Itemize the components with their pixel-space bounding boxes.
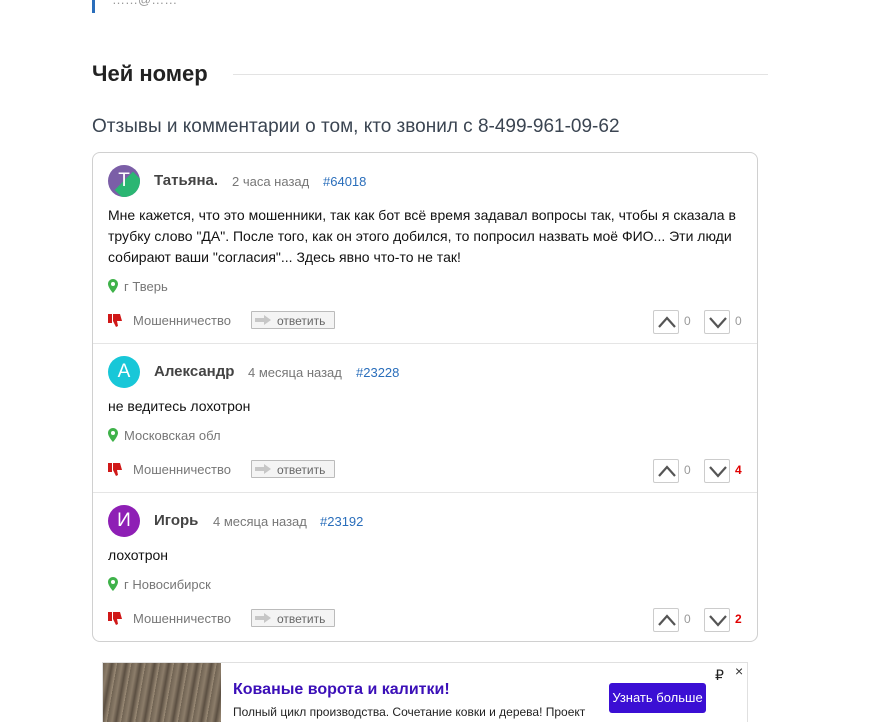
comment-location: Московская обл — [108, 428, 221, 443]
chevron-down-icon — [709, 317, 727, 329]
location-label: Московская обл — [124, 428, 221, 443]
vote-down-count: 0 — [735, 314, 742, 328]
section-divider — [233, 74, 768, 75]
vote-up-count: 0 — [684, 314, 691, 328]
comment-time: 4 месяца назад — [248, 365, 342, 380]
comment-author: Александр — [154, 363, 235, 380]
chevron-down-icon — [709, 466, 727, 478]
comment-author: Татьяна. — [154, 172, 219, 189]
comment-footer: Мошенничество ответить 0 0 — [108, 310, 744, 334]
vote-up-count: 0 — [684, 463, 691, 477]
comment-id-link[interactable]: #64018 — [323, 174, 366, 189]
comment-location: г Новосибирск — [108, 577, 211, 592]
location-pin-icon — [108, 428, 118, 442]
comment-id-link[interactable]: #23192 — [320, 514, 363, 529]
comment-item: А Александр 4 месяца назад #23228 не вед… — [93, 344, 757, 493]
vote-up-count: 0 — [684, 612, 691, 626]
vote-down-button[interactable] — [704, 310, 730, 334]
reply-button[interactable]: ответить — [251, 609, 335, 627]
vote-down-count: 2 — [735, 612, 742, 626]
close-icon[interactable]: × — [735, 663, 743, 679]
location-label: г Новосибирск — [124, 577, 211, 592]
comment-text: лохотрон — [108, 547, 168, 563]
quote-bar — [92, 0, 95, 13]
comment-item: Т Татьяна. 2 часа назад #64018 Мне кажет… — [93, 153, 757, 344]
location-label: г Тверь — [124, 279, 168, 294]
vote-down-button[interactable] — [704, 459, 730, 483]
comment-text: не ведитесь лохотрон — [108, 398, 251, 414]
ad-image[interactable] — [103, 663, 221, 722]
reply-button[interactable]: ответить — [251, 460, 335, 478]
location-pin-icon — [108, 279, 118, 293]
reply-arrow-icon — [255, 464, 271, 474]
reply-arrow-icon — [255, 613, 271, 623]
ad-title[interactable]: Кованые ворота и калитки! — [233, 681, 450, 699]
section-title: Чей номер — [92, 61, 208, 86]
vote-up-button[interactable] — [653, 459, 679, 483]
vote-up-button[interactable] — [653, 310, 679, 334]
thumbs-down-icon — [108, 314, 122, 327]
comment-text: Мне кажется, что это мошенники, так как … — [108, 207, 736, 265]
ad-text: Полный цикл производства. Сочетание ковк… — [233, 705, 586, 719]
comment-category: Мошенничество — [133, 462, 231, 477]
page-subtitle: Отзывы и комментарии о том, кто звонил с… — [92, 116, 620, 137]
ad-learn-more-button[interactable]: Узнать больше — [609, 683, 706, 713]
vote-down-count: 4 — [735, 463, 742, 477]
chevron-down-icon — [709, 615, 727, 627]
thumbs-down-icon — [108, 612, 122, 625]
comment-time: 2 часа назад — [232, 174, 310, 189]
avatar: И — [108, 505, 140, 537]
ad-banner[interactable]: Кованые ворота и калитки! Полный цикл пр… — [102, 662, 748, 722]
comment-id-link[interactable]: #23228 — [356, 365, 399, 380]
comment-location: г Тверь — [108, 279, 168, 294]
location-pin-icon — [108, 577, 118, 591]
chevron-up-icon — [658, 614, 676, 626]
chevron-up-icon — [658, 465, 676, 477]
comment-time: 4 месяца назад — [213, 514, 307, 529]
comment-category: Мошенничество — [133, 313, 231, 328]
quote-text: ……@…… — [112, 0, 177, 7]
ruble-icon: ₽ — [715, 667, 724, 683]
chevron-up-icon — [658, 316, 676, 328]
thumbs-down-icon — [108, 463, 122, 476]
vote-down-button[interactable] — [704, 608, 730, 632]
avatar: А — [108, 356, 140, 388]
comments-list: Т Татьяна. 2 часа назад #64018 Мне кажет… — [92, 152, 758, 642]
comment-item: И Игорь 4 месяца назад #23192 лохотрон г… — [93, 493, 757, 641]
vote-up-button[interactable] — [653, 608, 679, 632]
comment-footer: Мошенничество ответить 0 4 — [108, 459, 744, 483]
comment-category: Мошенничество — [133, 611, 231, 626]
comment-author: Игорь — [154, 512, 199, 529]
comment-footer: Мошенничество ответить 0 2 — [108, 608, 744, 632]
reply-button[interactable]: ответить — [251, 311, 335, 329]
avatar: Т — [108, 165, 140, 197]
reply-arrow-icon — [255, 315, 271, 325]
